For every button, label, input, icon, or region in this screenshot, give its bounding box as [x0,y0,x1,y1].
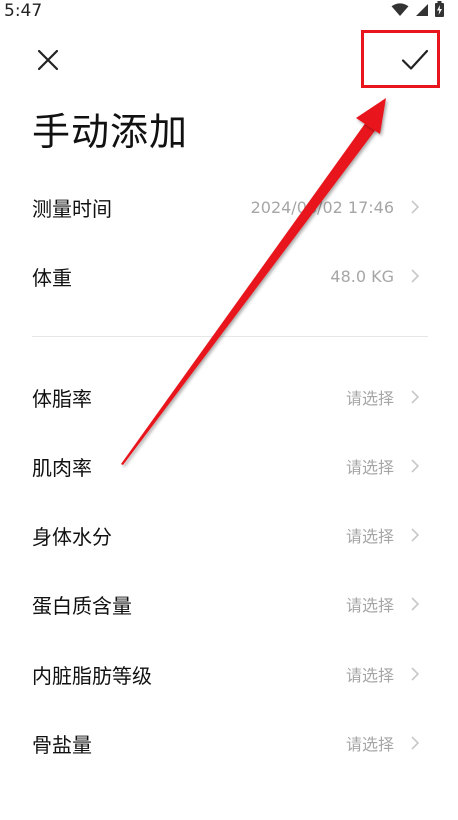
row-value: 请选择 [345,389,394,408]
chevron-right-icon [408,388,422,406]
status-bar: 5:47 [0,0,458,22]
row-body-water[interactable]: 身体水分 请选择 [32,513,422,557]
row-value: 2024/08/02 17:46 [250,197,394,217]
close-icon [36,48,60,76]
checkmark-icon [401,48,429,76]
wifi-icon [391,2,409,21]
row-value: 请选择 [345,596,394,615]
signal-icon [415,2,429,21]
row-label: 身体水分 [32,524,112,549]
row-muscle-rate[interactable]: 肌肉率 请选择 [32,444,422,488]
chevron-right-icon [408,665,422,683]
row-weight[interactable]: 体重 48.0 KG [32,254,422,298]
close-button[interactable] [26,40,70,84]
row-label: 骨盐量 [32,732,92,757]
status-icons [391,1,444,21]
chevron-right-icon [408,267,422,285]
row-value: 请选择 [345,735,394,754]
row-body-fat-rate[interactable]: 体脂率 请选择 [32,375,422,419]
row-label: 体脂率 [32,386,92,411]
chevron-right-icon [408,595,422,613]
row-value: 请选择 [345,666,394,685]
status-time: 5:47 [4,1,43,21]
confirm-button[interactable] [393,40,437,84]
chevron-right-icon [408,198,422,216]
row-protein-content[interactable]: 蛋白质含量 请选择 [32,582,422,626]
row-value: 请选择 [345,458,394,477]
row-label: 测量时间 [32,196,112,221]
row-label: 肌肉率 [32,455,92,480]
row-bone-mineral[interactable]: 骨盐量 请选择 [32,721,422,765]
chevron-right-icon [408,526,422,544]
row-measurement-time[interactable]: 测量时间 2024/08/02 17:46 [32,185,422,229]
page-title: 手动添加 [32,110,189,154]
row-value: 请选择 [345,527,394,546]
section-divider [32,336,428,337]
row-label: 内脏脂肪等级 [32,663,152,688]
row-value: 48.0 KG [330,266,394,286]
row-visceral-fat-level[interactable]: 内脏脂肪等级 请选择 [32,652,422,696]
row-label: 蛋白质含量 [32,593,132,618]
chevron-right-icon [408,734,422,752]
battery-charging-icon [435,1,444,21]
row-label: 体重 [32,265,72,290]
chevron-right-icon [408,457,422,475]
